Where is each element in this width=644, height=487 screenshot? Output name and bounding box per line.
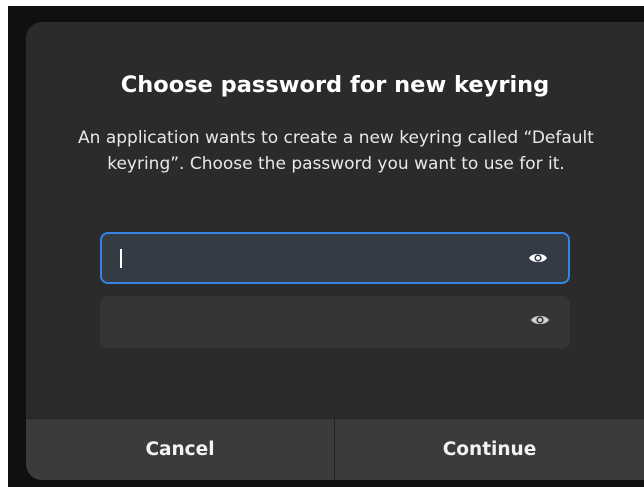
- eye-icon[interactable]: [528, 251, 548, 265]
- continue-button[interactable]: Continue: [335, 419, 644, 480]
- dialog-action-bar: Cancel Continue: [26, 418, 644, 480]
- cancel-button[interactable]: Cancel: [26, 419, 335, 480]
- eye-icon[interactable]: [530, 313, 550, 327]
- confirm-password-field[interactable]: [100, 296, 570, 348]
- keyring-password-dialog: Choose password for new keyring An appli…: [26, 22, 644, 480]
- text-cursor: [120, 249, 122, 268]
- dialog-title: Choose password for new keyring: [120, 72, 550, 98]
- dialog-message: An application wants to create a new key…: [78, 128, 594, 174]
- password-field[interactable]: [100, 232, 570, 284]
